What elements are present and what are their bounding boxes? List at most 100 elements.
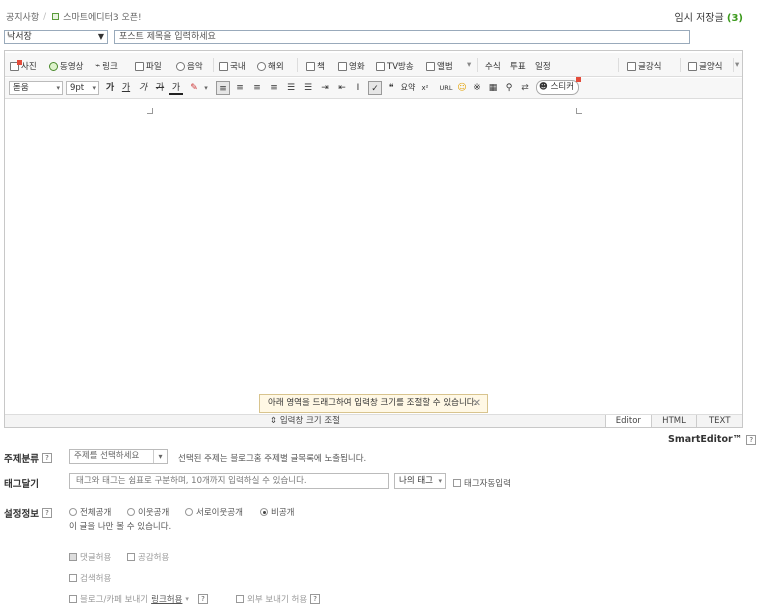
book-button[interactable]: 책 <box>306 60 325 72</box>
tab-editor[interactable]: Editor <box>605 415 651 427</box>
title-input[interactable]: 포스트 제목을 입력하세요 <box>114 30 690 44</box>
find-replace-icon[interactable]: ⇄ <box>518 81 532 95</box>
music-button[interactable]: 음악 <box>176 60 203 72</box>
album-button[interactable]: 앨범 <box>426 60 453 72</box>
url-button[interactable]: URL <box>437 81 455 95</box>
temp-saved-label: 임시 저장글 <box>674 13 724 24</box>
emoticon-icon[interactable]: ☺ <box>455 81 469 95</box>
highlight-icon[interactable]: ✎ <box>187 81 201 95</box>
italic-button[interactable]: 가 <box>136 81 150 95</box>
formula-button[interactable]: 수식 <box>485 60 501 72</box>
notice-link[interactable]: 공지사항 <box>6 10 39 23</box>
help-icon[interactable]: ? <box>197 594 208 604</box>
align-center-icon[interactable]: ≡ <box>233 81 247 95</box>
table-icon[interactable]: ▦ <box>486 81 500 95</box>
privacy-option-mutual[interactable]: 서로이웃공개 <box>185 506 243 518</box>
radio-private[interactable] <box>260 508 268 516</box>
align-left-icon[interactable]: ≡ <box>216 81 230 95</box>
help-icon[interactable]: ? <box>41 453 52 463</box>
auto-tag-checkbox[interactable] <box>453 479 461 487</box>
align-right-icon[interactable]: ≡ <box>250 81 264 95</box>
link-button[interactable]: ⌁ 링크 <box>95 60 118 72</box>
help-icon[interactable]: ? <box>310 594 321 604</box>
indent-icon[interactable]: ⇥ <box>318 81 332 95</box>
special-char-icon[interactable]: ※ <box>470 81 484 95</box>
topic-select[interactable]: 주제를 선택하세요 ▾ <box>69 449 168 464</box>
movie-button[interactable]: 영화 <box>338 60 365 72</box>
external-send-checkbox[interactable] <box>236 595 244 603</box>
more-media-dropdown[interactable]: ▾ <box>467 60 471 70</box>
line-height-icon[interactable]: Ι <box>351 81 365 95</box>
page-corner-mark <box>147 108 153 114</box>
blog-cafe-send-checkbox[interactable] <box>69 595 77 603</box>
superscript-icon[interactable]: x² <box>417 81 433 95</box>
quote-icon[interactable]: ❝ <box>386 81 396 95</box>
strikethrough-button[interactable]: 가 <box>153 81 167 95</box>
font-select[interactable]: 돋움 ▾ <box>9 81 63 95</box>
article-style-button[interactable]: 글강식 <box>627 60 661 72</box>
search-icon[interactable]: ⚲ <box>502 81 516 95</box>
chevron-down-icon[interactable]: ▾ <box>202 81 210 95</box>
album-label: 앨범 <box>437 62 453 72</box>
photo-button[interactable]: 사진 <box>10 59 37 72</box>
settings-label: 설정정보 <box>4 509 39 520</box>
tab-text[interactable]: TEXT <box>696 415 743 427</box>
tv-label: TV방송 <box>387 62 414 72</box>
tag-input[interactable]: 태그와 태그는 쉼표로 구분하며, 10개까지 입력하실 수 있습니다. <box>69 473 389 489</box>
help-icon[interactable]: ? <box>746 434 757 445</box>
video-button[interactable]: 동영상 <box>49 60 83 72</box>
temp-saved-posts[interactable]: 임시 저장글 (3) <box>675 9 743 24</box>
toolbar-more-dropdown[interactable]: ▾ <box>735 60 739 70</box>
outdent-icon[interactable]: ⇤ <box>335 81 349 95</box>
radio-public[interactable] <box>69 508 77 516</box>
external-send-option[interactable]: 외부 보내기 허용 ? <box>236 593 321 605</box>
domestic-map-button[interactable]: 국내 <box>219 60 246 72</box>
bulleted-list-icon[interactable]: ☰ <box>301 81 315 95</box>
help-icon[interactable]: ? <box>41 508 52 518</box>
underline-button[interactable]: 가 <box>119 81 133 95</box>
schedule-button[interactable]: 일정 <box>535 60 551 72</box>
privacy-option-neighbor[interactable]: 이웃공개 <box>127 506 169 518</box>
my-tags-dropdown[interactable]: 나의 태그 ▾ <box>394 473 446 489</box>
category-select[interactable]: 낙서장 ▼ <box>4 30 108 44</box>
radio-mutual[interactable] <box>185 508 193 516</box>
privacy-option-private[interactable]: 비공개 <box>260 506 294 518</box>
allow-search-option[interactable]: 검색허용 <box>69 572 111 584</box>
link-allow-dropdown[interactable]: 링크허용 <box>151 593 182 605</box>
summary-button[interactable]: 요약 <box>399 81 417 95</box>
bold-button[interactable]: 가 <box>103 81 117 95</box>
blog-cafe-send-option[interactable]: 블로그/카페 보내기 링크허용 ▾ ? <box>69 593 208 605</box>
allow-comment-option[interactable]: 댓글허용 <box>69 551 111 563</box>
book-label: 책 <box>317 62 325 72</box>
text-color-button[interactable]: 가 <box>169 81 183 95</box>
tab-html[interactable]: HTML <box>650 415 697 427</box>
allow-empathy-option[interactable]: 공감허용 <box>127 551 169 563</box>
toolbar-format: 돋움 ▾ 9pt ▾ 가 가 가 가 가 ✎ ▾ ≡ ≡ ≡ ≡ ☰ ☰ ⇥ ⇤ Ι… <box>5 77 742 99</box>
allow-comment-checkbox[interactable] <box>69 553 77 561</box>
allow-empathy-checkbox[interactable] <box>127 553 135 561</box>
topic-placeholder: 주제를 선택하세요 <box>74 451 140 461</box>
breadcrumb: 공지사항 / 스마트에디터3 오픈! <box>6 10 142 24</box>
numbered-list-icon[interactable]: ☰ <box>284 81 298 95</box>
resize-handle[interactable]: ⇕ 입력창 크기 조절 <box>5 414 605 427</box>
privacy-note: 이 글을 나만 볼 수 있습니다. <box>69 522 172 532</box>
privacy-option-public[interactable]: 전체공개 <box>69 506 111 518</box>
vote-button[interactable]: 투표 <box>510 60 526 72</box>
film-icon <box>338 61 347 71</box>
overseas-map-button[interactable]: 해외 <box>257 60 284 72</box>
align-justify-icon[interactable]: ≡ <box>267 81 281 95</box>
radio-neighbor[interactable] <box>127 508 135 516</box>
auto-tag-option[interactable]: 태그자동입력 <box>453 477 511 489</box>
sticker-button[interactable]: ☻ 스티커 <box>536 77 582 95</box>
font-size-select[interactable]: 9pt ▾ <box>66 81 99 95</box>
toolbar-insert: 사진 동영상 ⌁ 링크 파일 음악 국내 해외 책 영화 TV방송 앨범 ▾ 수… <box>5 53 742 77</box>
spellcheck-icon[interactable]: ✓ <box>368 81 382 95</box>
allow-search-checkbox[interactable] <box>69 574 77 582</box>
tv-button[interactable]: TV방송 <box>376 60 414 72</box>
resize-tooltip-text: 아래 영역을 드래그하여 입력창 크기를 조절할 수 있습니다. <box>268 398 478 408</box>
temp-saved-count: (3) <box>726 13 743 24</box>
smarteditor-open-link[interactable]: 스마트에디터3 오픈! <box>63 10 141 23</box>
close-icon[interactable]: ✕ <box>473 395 481 412</box>
form-style-button[interactable]: 글양식 <box>688 60 722 72</box>
file-button[interactable]: 파일 <box>135 60 162 72</box>
